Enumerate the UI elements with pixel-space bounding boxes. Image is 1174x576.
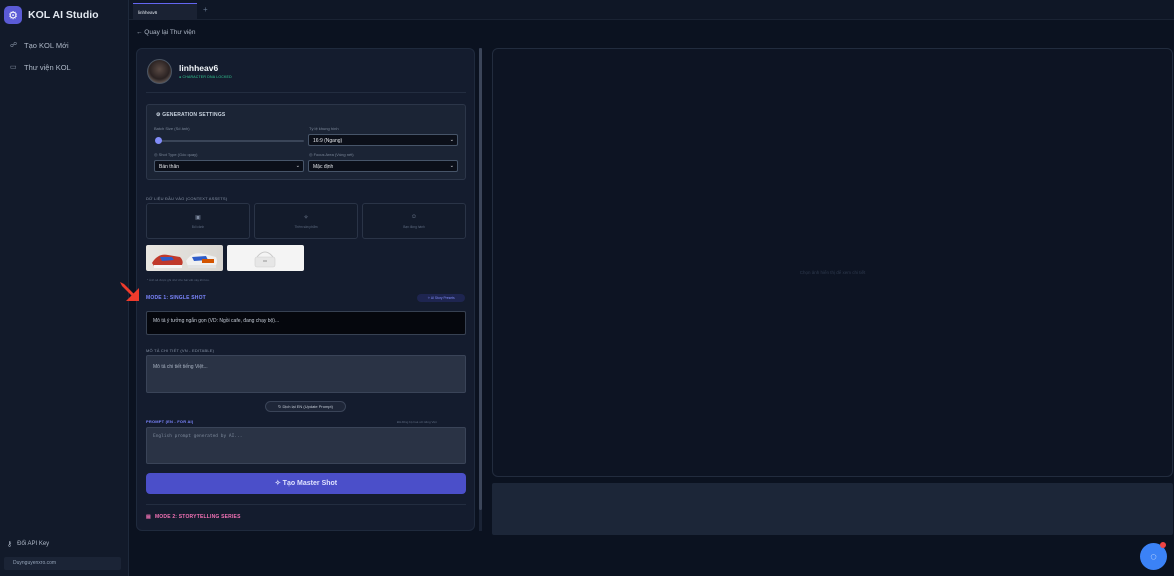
- folder-icon: ▭: [10, 63, 17, 71]
- tab-bar: linhheav6 +: [129, 0, 1174, 20]
- generation-settings: ⚙ GENERATION SETTINGS Batch Size (Số ảnh…: [146, 104, 466, 180]
- brand-name: KOL AI Studio: [28, 9, 99, 21]
- add-user-icon: ☍: [10, 41, 18, 49]
- thumbnail-strip: [492, 483, 1173, 535]
- dna-locked-badge: ● CHARACTER DNA LOCKED: [179, 75, 232, 79]
- film-icon: ▤: [146, 514, 151, 520]
- key-icon: ⚷: [7, 541, 13, 548]
- translate-en-button[interactable]: ↻ Dịch lại EN (Update Prompt): [265, 401, 346, 412]
- detail-label: MÔ TẢ CHI TIẾT (VN - EDITABLE): [146, 348, 215, 353]
- mode1-title: MODE 1: SINGLE SHOT: [146, 295, 206, 301]
- context-asset-companion[interactable]: ☺ Bạn đồng hành: [362, 203, 466, 239]
- api-key-label: Đổi API Key: [17, 541, 50, 547]
- chevron-down-icon: ⌄: [449, 137, 454, 143]
- generation-panel: linhheav6 ● CHARACTER DNA LOCKED ⚙ GENER…: [136, 48, 475, 531]
- product-image-bag[interactable]: [227, 245, 304, 271]
- avatar: [147, 59, 172, 84]
- detail-vn-textarea[interactable]: Mô tả chi tiết tiếng Việt...: [146, 355, 466, 393]
- sparkle-icon: ✧: [274, 480, 283, 487]
- context-assets-title: DỮ LIỆU ĐẦU VÀO (CONTEXT ASSETS): [146, 196, 228, 201]
- asset-label: Bạn đồng hành: [403, 225, 425, 229]
- asset-label: Bối cảnh: [191, 225, 205, 229]
- batch-size-slider[interactable]: [157, 140, 304, 142]
- notification-dot: [1160, 542, 1166, 548]
- ai-story-presets-button[interactable]: ✧ AI Story Presets: [417, 294, 465, 302]
- preview-area: Chọn ảnh hiển thị để xem chi tiết: [492, 48, 1173, 477]
- sidebar-item-label: Thư viện KOL: [24, 63, 71, 72]
- api-key-button[interactable]: ⚷ Đổi API Key: [7, 540, 49, 548]
- mode2-title: MODE 2: STORYTELLING SERIES: [154, 514, 241, 520]
- brand[interactable]: ⚙ KOL AI Studio: [4, 6, 99, 24]
- prompt-en-textarea[interactable]: English prompt generated by AI...: [146, 427, 466, 464]
- sidebar-item-label: Tạo KOL Mới: [24, 41, 69, 50]
- tab-linhheav6[interactable]: linhheav6: [133, 3, 197, 20]
- sidebar-item-create-kol[interactable]: ☍ Tạo KOL Mới: [10, 41, 69, 50]
- focus-area-select[interactable]: Mặc định ⌄: [308, 160, 458, 172]
- divider: [146, 92, 466, 93]
- gear-icon: ⚙: [4, 6, 22, 24]
- assets-note: * Ảnh sẽ được ghi nhớ cho bài viết này k…: [147, 278, 210, 282]
- sidebar-item-library[interactable]: ▭ Thư viện KOL: [10, 63, 71, 72]
- kol-username: linhheav6: [179, 63, 219, 73]
- image-icon: ▣: [195, 215, 201, 221]
- idea-input[interactable]: Mô tả ý tưởng ngắn gọn (VD: Ngồi cafe, đ…: [146, 311, 466, 335]
- aspect-ratio-select[interactable]: 16:9 (Ngang) ⌄: [308, 134, 458, 146]
- chat-bubble-icon: ◌: [1150, 550, 1157, 563]
- prompt-sync-hint: Đã đồng bộ hoá với tiếng Việt: [397, 420, 437, 424]
- add-tab-button[interactable]: +: [203, 5, 208, 14]
- focus-area-label: ◎ Focus Area (Vùng nét): [309, 152, 354, 157]
- back-to-library-link[interactable]: ← Quay lại Thư viện: [136, 29, 196, 36]
- batch-size-slider-thumb[interactable]: [155, 137, 162, 144]
- mode2-header[interactable]: ▤ MODE 2: STORYTELLING SERIES: [146, 514, 241, 520]
- chevron-down-icon: ⌄: [295, 163, 300, 169]
- context-asset-background[interactable]: ▣ Bối cảnh: [146, 203, 250, 239]
- sparkle-icon: ✧: [303, 215, 309, 221]
- product-image-shoes[interactable]: [146, 245, 223, 271]
- batch-size-label: Batch Size (Số ảnh): [154, 126, 190, 131]
- aspect-ratio-label: Tỷ lệ khung hình: [309, 126, 339, 131]
- asset-label: Thêm sản phẩm: [294, 225, 318, 229]
- panel-scrollbar-thumb[interactable]: [479, 48, 482, 510]
- preview-empty-text: Chọn ảnh hiển thị để xem chi tiết: [799, 270, 866, 275]
- generation-settings-title: ⚙ GENERATION SETTINGS: [156, 112, 226, 118]
- annotation-arrow: [120, 282, 139, 301]
- chevron-down-icon: ⌄: [449, 163, 454, 169]
- create-master-shot-button[interactable]: ✧ Tạo Master Shot: [146, 473, 466, 494]
- shot-type-label: ◎ Shot Type (Góc quay): [154, 152, 198, 157]
- shot-type-select[interactable]: Bán thân ⌄: [154, 160, 304, 172]
- sidebar: ⚙ KOL AI Studio ☍ Tạo KOL Mới ▭ Thư viện…: [0, 0, 129, 576]
- prompt-en-label: PROMPT (EN - FOR AI): [146, 419, 194, 424]
- context-asset-product[interactable]: ✧ Thêm sản phẩm: [254, 203, 358, 239]
- user-icon: ☺: [410, 214, 418, 220]
- site-label: Duynguyenxro.com: [4, 557, 121, 570]
- divider: [146, 504, 466, 505]
